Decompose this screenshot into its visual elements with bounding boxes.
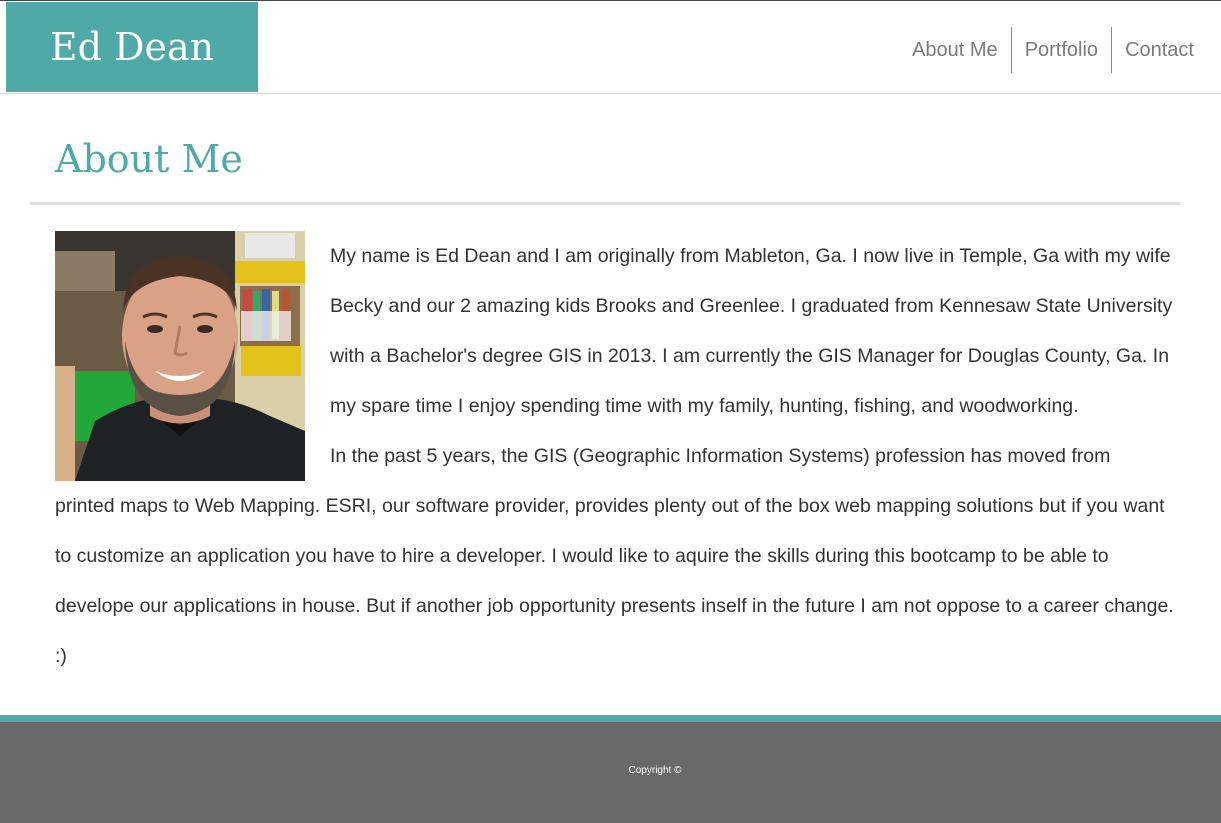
nav-link-about-me[interactable]: About Me [899,27,1011,73]
copyright-text: Copyright © [628,765,682,776]
about-content: My name is Ed Dean and I am originally f… [55,231,1175,681]
nav-link-contact[interactable]: Contact [1112,27,1207,73]
brand-logo-link[interactable]: Ed Dean [6,2,258,92]
footer-accent-line [0,715,1221,722]
brand-name: Ed Dean [49,25,215,69]
page-title: About Me [55,137,243,181]
profile-photo [55,231,305,481]
main-nav: About Me Portfolio Contact [899,27,1207,73]
title-divider [30,202,1180,205]
nav-link-portfolio[interactable]: Portfolio [1012,27,1111,73]
site-footer: Copyright © [0,722,1221,823]
site-header: Ed Dean About Me Portfolio Contact [0,1,1221,94]
